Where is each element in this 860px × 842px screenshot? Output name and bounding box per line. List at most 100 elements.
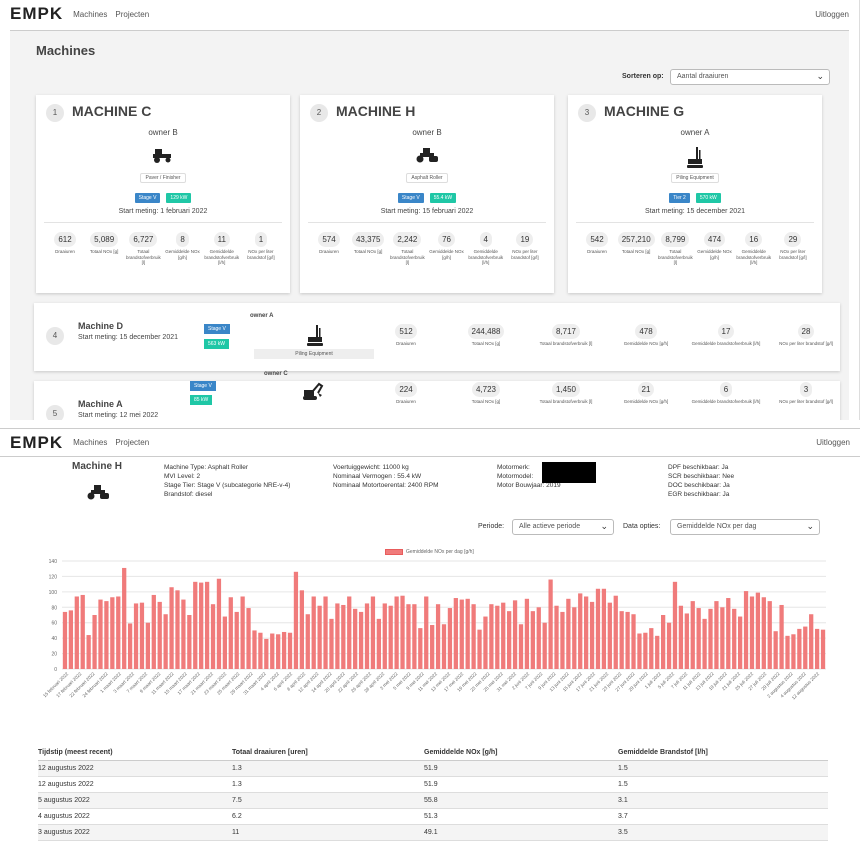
bar[interactable] [62, 611, 68, 669]
bar[interactable] [86, 635, 91, 669]
bar[interactable] [613, 595, 618, 669]
bar[interactable] [163, 614, 168, 669]
bar[interactable] [151, 594, 156, 669]
bar[interactable] [441, 624, 447, 669]
bar[interactable] [127, 623, 133, 669]
bar[interactable] [501, 602, 506, 669]
nav-projecten-link[interactable]: Projecten [115, 438, 149, 447]
brand-logo[interactable]: EMPK [10, 433, 63, 453]
bar[interactable] [619, 611, 624, 669]
bar[interactable] [418, 628, 423, 669]
bar[interactable] [311, 596, 316, 669]
bar[interactable] [347, 596, 352, 669]
bar[interactable] [755, 592, 761, 669]
table-header-cell[interactable]: Gemiddelde Brandstof [l/h] [618, 749, 828, 756]
bar[interactable] [376, 618, 381, 669]
bar[interactable] [584, 596, 589, 669]
bar[interactable] [595, 588, 601, 669]
bar[interactable] [483, 616, 488, 669]
bar[interactable] [696, 608, 701, 669]
table-header-cell[interactable]: Tijdstip (meest recent) [38, 749, 232, 756]
bar[interactable] [548, 579, 553, 669]
machine-row[interactable]: 5 Machine A Start meting: 12 mei 2022 Stage… [34, 371, 840, 420]
bar[interactable] [589, 601, 595, 669]
bar[interactable] [542, 622, 547, 669]
table-header-cell[interactable]: Totaal draaiuren [uren] [232, 749, 424, 756]
bar[interactable] [270, 633, 275, 669]
bar[interactable] [216, 578, 222, 669]
bar[interactable] [708, 608, 713, 669]
bar[interactable] [477, 629, 482, 669]
bar[interactable] [92, 615, 97, 669]
bar[interactable] [814, 628, 820, 669]
bar[interactable] [364, 603, 370, 669]
bar[interactable] [666, 622, 672, 669]
bar[interactable] [779, 604, 784, 669]
bar[interactable] [791, 634, 796, 669]
bar[interactable] [672, 581, 678, 669]
bar[interactable] [353, 608, 358, 669]
bar[interactable] [435, 604, 441, 669]
bar[interactable] [560, 611, 565, 669]
bar[interactable] [489, 604, 494, 669]
bar[interactable] [465, 598, 470, 669]
bar[interactable] [524, 598, 530, 669]
machine-card[interactable]: 3 MACHINE G owner A Piling Equipment Tier 2 5… [568, 95, 822, 293]
bar[interactable] [370, 596, 376, 669]
periode-select[interactable]: Alle actieve periode ⌄ [512, 519, 614, 535]
bar[interactable] [199, 582, 204, 669]
bar[interactable] [228, 597, 233, 669]
bar[interactable] [181, 599, 186, 669]
bar[interactable] [157, 601, 162, 669]
bar[interactable] [430, 625, 435, 669]
bar[interactable] [702, 618, 707, 669]
bar[interactable] [785, 635, 790, 669]
bar[interactable] [803, 626, 808, 669]
bar[interactable] [317, 605, 322, 669]
bar[interactable] [578, 593, 583, 669]
logout-link[interactable]: Uitloggen [816, 438, 850, 447]
bar[interactable] [572, 607, 577, 669]
bar[interactable] [68, 610, 74, 669]
bar[interactable] [512, 600, 518, 669]
bar[interactable] [240, 596, 245, 669]
logout-link[interactable]: Uitloggen [815, 10, 849, 19]
bar[interactable] [104, 601, 109, 669]
bar[interactable] [222, 616, 228, 669]
bar[interactable] [820, 629, 826, 669]
bar[interactable] [607, 602, 612, 669]
bar[interactable] [98, 599, 103, 669]
bar[interactable] [797, 628, 802, 669]
bar[interactable] [293, 571, 299, 669]
bar[interactable] [258, 632, 263, 669]
bar[interactable] [637, 633, 642, 669]
bar[interactable] [382, 603, 387, 669]
machine-card[interactable]: 2 MACHINE H owner B Asphalt Roller Stage V 55… [300, 95, 554, 293]
bar[interactable] [299, 590, 304, 669]
bar[interactable] [530, 611, 535, 669]
bar[interactable] [720, 607, 725, 669]
bar[interactable] [388, 605, 393, 669]
bar[interactable] [335, 603, 340, 669]
bar[interactable] [400, 595, 405, 669]
nav-machines-link[interactable]: Machines [73, 10, 107, 19]
bar[interactable] [281, 631, 287, 669]
bar[interactable] [643, 632, 648, 669]
nav-machines-link[interactable]: Machines [73, 438, 107, 447]
bar[interactable] [145, 622, 151, 669]
bar[interactable] [732, 608, 737, 669]
sort-select[interactable]: Aantal draaiuren ⌄ [670, 69, 830, 85]
bar[interactable] [660, 615, 666, 669]
bar[interactable] [471, 604, 476, 669]
bar[interactable] [809, 614, 814, 669]
bar[interactable] [204, 581, 210, 669]
machine-card-title[interactable]: MACHINE C [72, 103, 151, 119]
bar[interactable] [684, 613, 689, 669]
machine-row-title[interactable]: Machine A [78, 399, 123, 409]
bar[interactable] [276, 634, 281, 669]
brand-logo[interactable]: EMPK [10, 4, 63, 24]
machine-card[interactable]: 1 MACHINE C owner B Paver / Finisher Stage V… [36, 95, 290, 293]
table-header-cell[interactable]: Gemiddelde NOx [g/h] [424, 749, 618, 756]
machine-row-title[interactable]: Machine D [78, 321, 123, 331]
bar[interactable] [655, 635, 660, 669]
